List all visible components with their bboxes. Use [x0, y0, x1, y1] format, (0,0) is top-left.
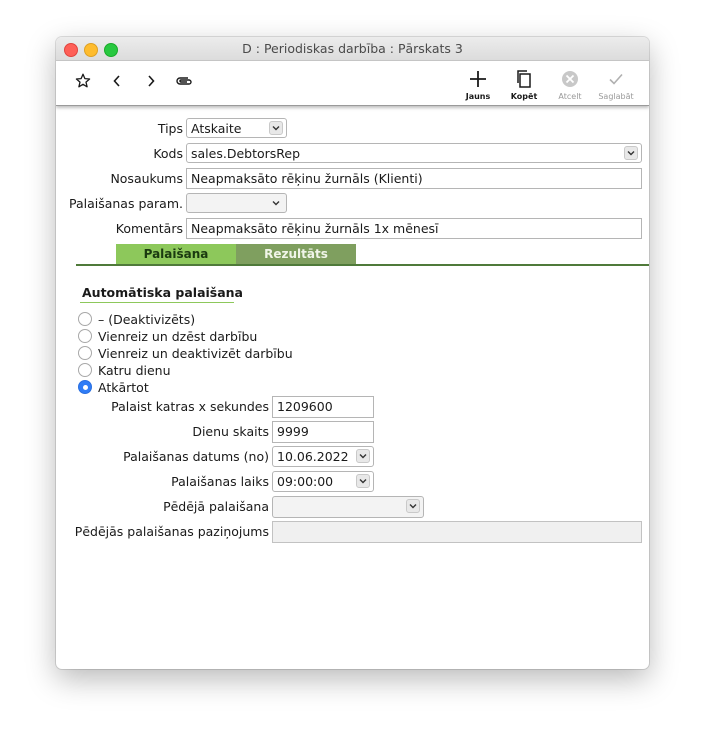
- radio-label: Vienreiz un dzēst darbību: [98, 328, 258, 344]
- last-run-label: Pēdējā palaišana: [163, 499, 269, 514]
- chevron-down-icon: [406, 499, 420, 513]
- radio-button-selected[interactable]: [78, 380, 92, 394]
- days-count-label: Dienu skaits: [192, 424, 269, 439]
- radio-button[interactable]: [78, 346, 92, 360]
- nosaukums-label: Nosaukums: [110, 171, 183, 186]
- cancel-button[interactable]: Atcelt: [550, 67, 590, 101]
- copy-button-label: Kopēt: [510, 92, 538, 101]
- cancel-circle-icon: [550, 67, 590, 91]
- app-window: D : Periodiskas darbība : Pārskats 3 Jau…: [56, 37, 649, 669]
- tab-rezultats[interactable]: Rezultāts: [236, 244, 356, 264]
- radio-label: Katru dienu: [98, 362, 171, 378]
- title-bar: D : Periodiskas darbība : Pārskats 3: [56, 37, 649, 61]
- chevron-left-icon[interactable]: [106, 70, 128, 92]
- run-date-label: Palaišanas datums (no): [123, 449, 269, 464]
- chevron-down-icon: [356, 449, 370, 463]
- radio-daily[interactable]: Katru dienu: [78, 362, 171, 378]
- every-seconds-field[interactable]: 1209600: [272, 396, 374, 418]
- copy-button[interactable]: Kopēt: [504, 67, 544, 101]
- radio-label: – (Deaktivizēts): [98, 311, 196, 327]
- toolbar: Jauns Kopēt Atcelt Saglabāt: [56, 61, 649, 106]
- tips-select-value: Atskaite: [191, 121, 242, 136]
- new-button-label: Jauns: [465, 92, 491, 101]
- save-button[interactable]: Saglabāt: [596, 67, 636, 101]
- radio-once-delete[interactable]: Vienreiz un dzēst darbību: [78, 328, 257, 344]
- tab-palaisana[interactable]: Palaišana: [116, 244, 236, 264]
- copy-icon: [504, 67, 544, 91]
- run-date-value: 10.06.2022: [277, 449, 349, 464]
- kods-select[interactable]: sales.DebtorsRep: [186, 143, 642, 163]
- komentars-label: Komentārs: [115, 221, 183, 236]
- run-time-value: 09:00:00: [277, 474, 334, 489]
- window-title: D : Periodiskas darbība : Pārskats 3: [242, 41, 463, 56]
- checkmark-icon: [596, 67, 636, 91]
- tips-label: Tips: [157, 121, 183, 136]
- komentars-field[interactable]: Neapmaksāto rēķinu žurnāls 1x mēnesī: [186, 218, 642, 239]
- chevron-down-icon: [269, 121, 283, 135]
- radio-once-deactivate[interactable]: Vienreiz un deaktivizēt darbību: [78, 345, 293, 361]
- radio-button[interactable]: [78, 312, 92, 326]
- tab-divider: [76, 264, 649, 266]
- star-icon[interactable]: [72, 70, 94, 92]
- radio-repeat[interactable]: Atkārtot: [78, 379, 149, 395]
- section-title-auto-run: Automātiska palaišana: [82, 285, 243, 300]
- radio-label: Atkārtot: [98, 379, 149, 395]
- chevron-down-icon: [356, 474, 370, 488]
- section-underline: [80, 302, 234, 303]
- nosaukums-field[interactable]: Neapmaksāto rēķinu žurnāls (Klienti): [186, 168, 642, 189]
- cancel-button-label: Atcelt: [558, 92, 582, 101]
- plus-icon: [458, 67, 498, 91]
- last-message-field: [272, 521, 642, 543]
- days-count-field[interactable]: 9999: [272, 421, 374, 443]
- new-button[interactable]: Jauns: [458, 67, 498, 101]
- param-label: Palaišanas param.: [68, 196, 183, 211]
- chevron-down-icon: [624, 146, 638, 160]
- paperclip-icon[interactable]: [173, 70, 195, 92]
- tips-select[interactable]: Atskaite: [186, 118, 287, 138]
- every-seconds-label: Palaist katras x sekundes: [111, 399, 269, 414]
- save-button-label: Saglabāt: [598, 92, 634, 101]
- chevron-right-icon[interactable]: [140, 70, 162, 92]
- last-run-select[interactable]: [272, 496, 424, 518]
- run-time-select[interactable]: 09:00:00: [272, 471, 374, 492]
- run-time-label: Palaišanas laiks: [171, 474, 269, 489]
- chevron-down-icon: [269, 196, 283, 210]
- run-date-select[interactable]: 10.06.2022: [272, 446, 374, 467]
- param-select[interactable]: [186, 193, 287, 213]
- radio-button[interactable]: [78, 363, 92, 377]
- kods-label: Kods: [153, 146, 183, 161]
- kods-select-value: sales.DebtorsRep: [191, 146, 301, 161]
- radio-deactivated[interactable]: – (Deaktivizēts): [78, 311, 195, 327]
- radio-label: Vienreiz un deaktivizēt darbību: [98, 345, 293, 361]
- last-message-label: Pēdējās palaišanas paziņojums: [74, 524, 269, 539]
- radio-button[interactable]: [78, 329, 92, 343]
